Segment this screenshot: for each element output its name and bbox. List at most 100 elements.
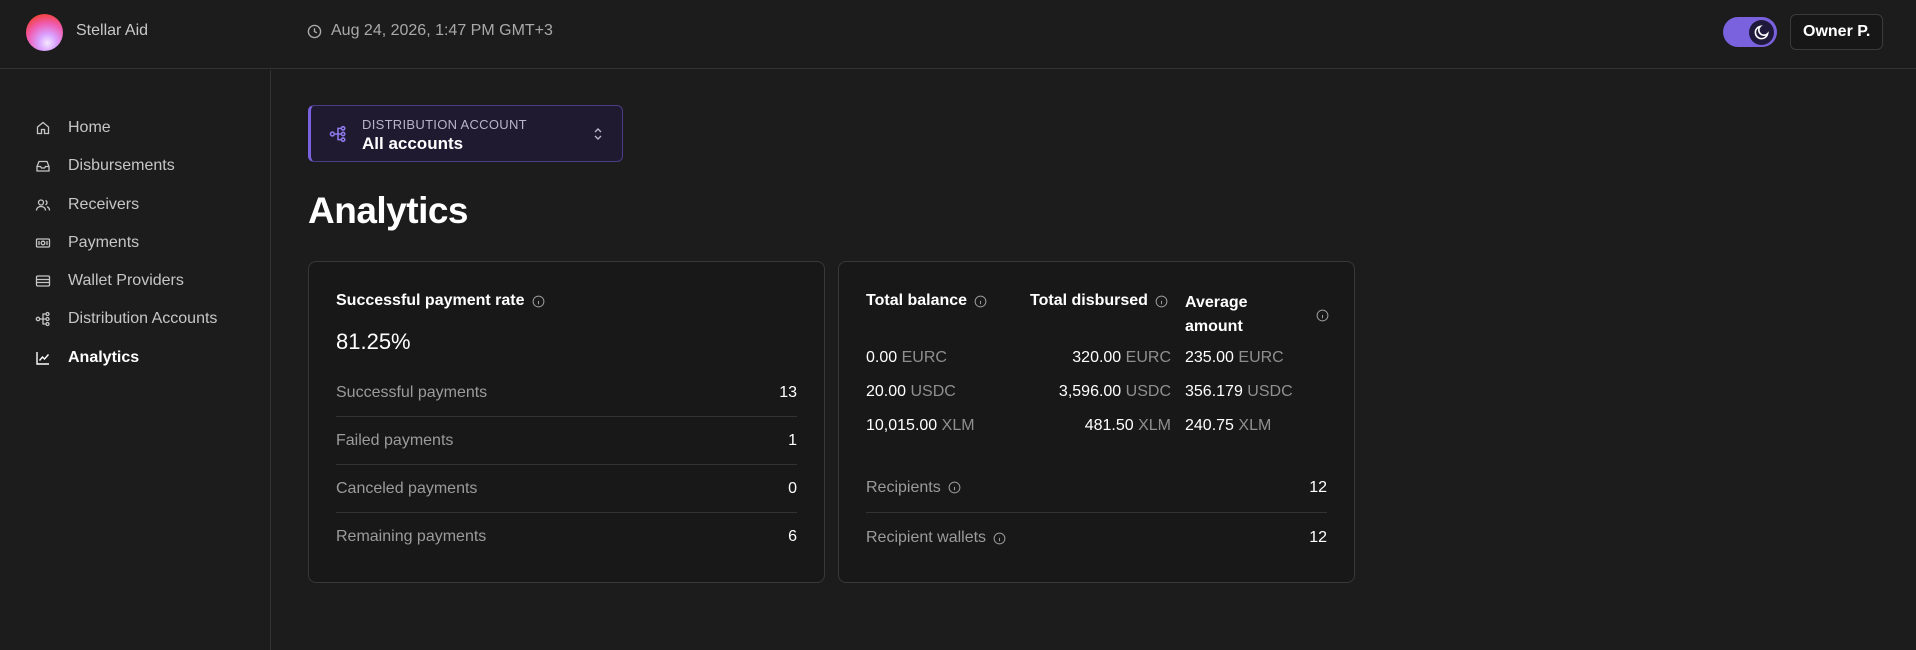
sidebar-item-payments[interactable]: Payments [35, 231, 139, 255]
stat-label: Remaining payments [336, 528, 487, 545]
currency: XLM [941, 417, 975, 434]
datetime-display: Aug 24, 2026, 1:47 PM GMT+3 [307, 22, 553, 40]
currency: EURC [1125, 349, 1171, 366]
sidebar-item-label: Disbursements [68, 157, 175, 174]
chart-icon [36, 352, 50, 365]
inbox-icon [36, 160, 50, 172]
info-icon[interactable] [1316, 309, 1329, 322]
amount: 0.00 [866, 349, 898, 366]
datetime-text: Aug 24, 2026, 1:47 PM GMT+3 [331, 22, 553, 39]
sidebar-item-distribution-accounts[interactable]: Distribution Accounts [35, 307, 217, 331]
disbursed-value: 481.50 XLM [1085, 417, 1171, 435]
sidebar-item-disbursements[interactable]: Disbursements [35, 154, 175, 178]
toggle-knob [1749, 19, 1774, 45]
select-value: All accounts [362, 134, 464, 153]
home-icon [36, 121, 50, 135]
theme-toggle[interactable] [1723, 17, 1777, 47]
sidebar: Home Disbursements Receivers Payments Wa… [0, 70, 271, 650]
stat-value: 6 [788, 528, 797, 545]
stat-value: 13 [779, 383, 797, 401]
payment-rate-value: 81.25% [336, 329, 411, 354]
summary-label: Recipient wallets [866, 529, 1006, 547]
summary-row: Recipient wallets 12 [866, 513, 1327, 563]
summary-value: 12 [1309, 529, 1327, 546]
disbursed-value: 320.00 EURC [1072, 349, 1171, 367]
summary-value: 12 [1309, 478, 1327, 496]
info-icon[interactable] [993, 532, 1006, 545]
amount: 235.00 [1185, 349, 1234, 366]
stat-row: Canceled payments 0 [336, 465, 797, 513]
total-balance-header: Total balance [866, 292, 987, 310]
sidebar-item-home[interactable]: Home [35, 116, 111, 140]
stat-label: Successful payments [336, 383, 488, 401]
summary-label-text: Recipients [866, 478, 941, 496]
balances-card: Total balance Total disbursed Average amo… [838, 261, 1355, 583]
currency: EURC [901, 349, 947, 366]
disbursed-value: 3,596.00 USDC [1059, 383, 1171, 401]
currency: EURC [1238, 349, 1284, 366]
stat-row: Remaining payments 6 [336, 513, 797, 561]
amount: 20.00 [866, 383, 907, 400]
page-title: Analytics [308, 190, 469, 231]
select-label: DISTRIBUTION ACCOUNT [362, 117, 527, 132]
sidebar-item-label: Receivers [68, 196, 140, 213]
average-value: 235.00 EURC [1185, 349, 1284, 367]
sidebar-item-receivers[interactable]: Receivers [35, 193, 139, 217]
currency: XLM [1238, 417, 1272, 434]
total-disbursed-header: Total disbursed [1030, 292, 1168, 310]
currency: USDC [1125, 383, 1171, 400]
sidebar-item-label: Home [68, 119, 111, 136]
header-line: amount [1185, 318, 1243, 335]
amount: 481.50 [1084, 417, 1134, 434]
stat-row: Successful payments 13 [336, 369, 797, 417]
balance-value: 10,015.00 XLM [866, 417, 975, 435]
balance-value: 0.00 EURC [866, 349, 947, 367]
stat-label: Canceled payments [336, 479, 478, 497]
info-icon[interactable] [532, 295, 545, 308]
sidebar-item-analytics[interactable]: Analytics [35, 346, 139, 370]
distribution-account-select[interactable]: DISTRIBUTION ACCOUNT All accounts [308, 105, 623, 162]
sidebar-item-wallet-providers[interactable]: Wallet Providers [35, 269, 184, 293]
amount: 3,596.00 [1058, 383, 1122, 400]
network-icon [35, 311, 50, 327]
info-icon[interactable] [1155, 295, 1168, 308]
currency: USDC [910, 383, 956, 400]
users-icon [35, 199, 51, 211]
stat-label: Failed payments [336, 431, 454, 449]
clock-icon [307, 24, 322, 38]
app-logo[interactable] [26, 14, 63, 51]
balance-value: 20.00 USDC [866, 383, 956, 401]
sidebar-item-label: Analytics [68, 349, 140, 366]
amount: 320.00 [1072, 349, 1122, 366]
card-title-text: Successful payment rate [336, 292, 525, 309]
amount: 356.179 [1185, 383, 1243, 400]
user-menu-button[interactable]: Owner P. [1790, 14, 1884, 50]
average-value: 240.75 XLM [1185, 417, 1271, 435]
stat-row: Failed payments 1 [336, 417, 797, 465]
stat-value: 0 [788, 479, 797, 497]
amount: 10,015.00 [866, 417, 938, 434]
wallet-icon [35, 275, 51, 287]
chevron-up-down-icon [594, 128, 602, 140]
network-icon [329, 125, 346, 143]
currency: USDC [1247, 383, 1293, 400]
top-bar: Stellar Aid Aug 24, 2026, 1:47 PM GMT+3 … [0, 0, 1916, 69]
payment-rate-card: Successful payment rate 81.25% Successfu… [308, 261, 825, 583]
header-text: Total balance [866, 292, 968, 309]
app-name[interactable]: Stellar Aid [76, 22, 148, 40]
amount: 240.75 [1185, 417, 1234, 434]
info-icon[interactable] [974, 295, 987, 308]
moon-icon [1754, 25, 1769, 40]
stat-value: 1 [788, 431, 797, 449]
money-icon [35, 238, 51, 248]
average-amount-header: Average amount [1185, 291, 1329, 339]
header-text: Total disbursed [1030, 292, 1148, 309]
summary-label-text: Recipient wallets [866, 529, 987, 546]
sidebar-item-label: Payments [68, 234, 140, 251]
average-value: 356.179 USDC [1185, 383, 1293, 401]
sidebar-item-label: Wallet Providers [68, 272, 184, 289]
info-icon[interactable] [948, 481, 961, 494]
currency: XLM [1138, 417, 1171, 434]
header-line: Average [1185, 294, 1248, 311]
summary-label: Recipients [866, 479, 961, 497]
